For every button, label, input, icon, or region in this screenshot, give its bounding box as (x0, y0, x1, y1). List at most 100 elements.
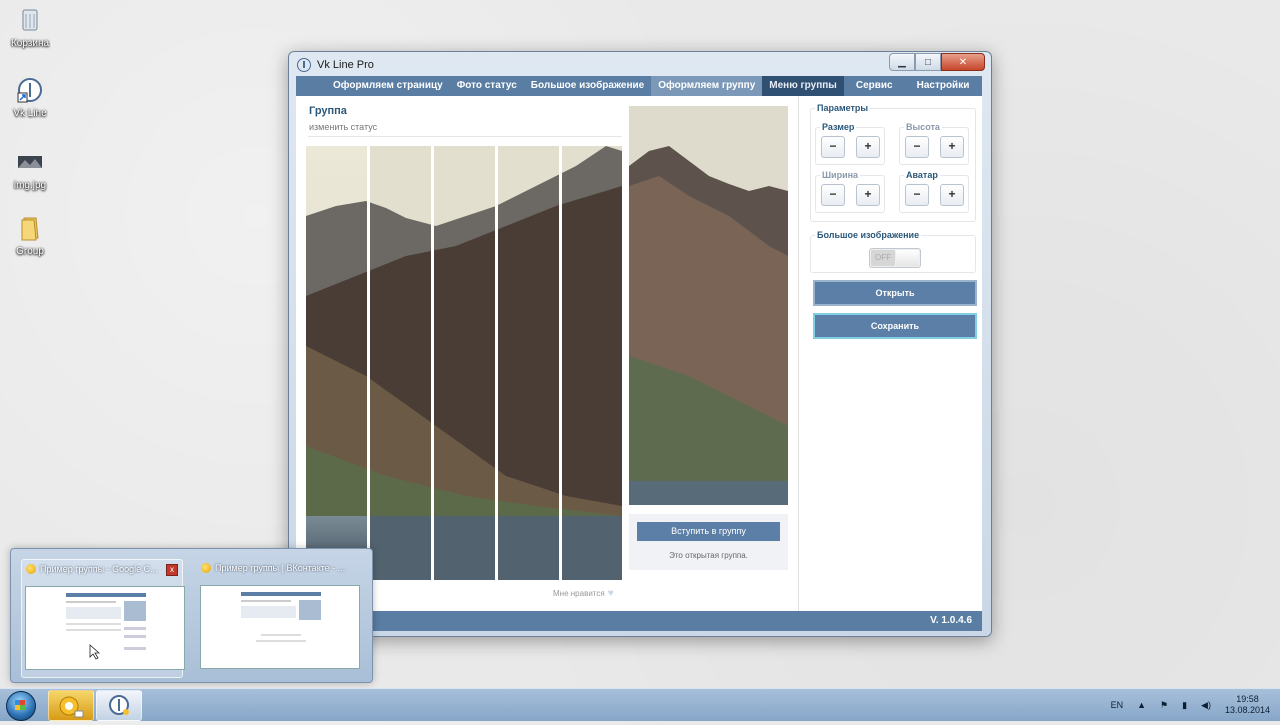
menu-item-group-menu[interactable]: Меню группы (762, 76, 844, 96)
width-group: Ширина − + (815, 170, 885, 213)
heart-icon: ♥ (607, 588, 614, 599)
mountain-image (306, 146, 367, 580)
divider (308, 136, 622, 137)
image-strip[interactable] (498, 146, 559, 580)
image-strip[interactable] (370, 146, 431, 580)
start-button[interactable] (4, 689, 38, 721)
menu-item-service[interactable]: Сервис (844, 76, 905, 96)
avatar-group: Аватар − + (899, 170, 969, 213)
image-strip[interactable] (306, 146, 367, 580)
minimize-icon: ▁ (898, 56, 906, 68)
language-indicator[interactable]: EN (1111, 700, 1124, 710)
preview-close-button[interactable]: x (166, 564, 178, 576)
size-label: Размер (820, 122, 857, 132)
menu-item-photo-status[interactable]: Фото статус (450, 76, 524, 96)
app-logo-icon (297, 58, 311, 72)
like-button[interactable]: Мне нравится ♥ (553, 588, 614, 599)
clock[interactable]: 19:58 13.08.2014 (1225, 694, 1270, 716)
like-label: Мне нравится (553, 589, 605, 598)
height-group: Высота − + (899, 122, 969, 165)
preview-title: Пример группы - Google C... (22, 560, 182, 578)
width-label: Ширина (820, 170, 861, 180)
mountain-image (562, 146, 622, 580)
menu-item-big-image[interactable]: Большое изображение (524, 76, 651, 96)
mountain-image (498, 146, 559, 580)
browser-icon (26, 564, 36, 574)
open-group-text: Это открытая группа. (669, 551, 748, 560)
toggle-knob (896, 250, 919, 266)
preview-card-vk[interactable]: Пример группы | ВКонтакте - ... (197, 559, 360, 676)
desktop-icon-label: Корзина (10, 38, 50, 49)
window-title-bar[interactable]: Vk Line Pro (297, 58, 374, 72)
windows-logo-icon (6, 691, 36, 721)
desktop-icon-img[interactable]: img.jpg (8, 148, 52, 191)
main-menu: Оформляем страницу Фото статус Большое и… (296, 76, 982, 96)
close-button[interactable]: ✕ (941, 53, 985, 71)
group-avatar-image[interactable] (629, 106, 788, 505)
system-tray: EN ▲ ⚑ ▮ ◀) 19:58 13.08.2014 (1111, 689, 1270, 721)
height-label: Высота (904, 122, 942, 132)
recycle-bin-icon (16, 6, 44, 34)
group-preview-title: Группа (309, 105, 347, 117)
big-image-toggle[interactable]: OFF (869, 248, 921, 268)
menu-item-group[interactable]: Оформляем группу (651, 76, 763, 96)
join-box: Вступить в группу Это открытая группа. (629, 514, 788, 570)
params-fieldset: Параметры Размер − + Высота − + Ширина −… (810, 103, 976, 222)
image-file-icon (16, 148, 44, 176)
size-group: Размер − + (815, 122, 885, 165)
desktop-icon-group-folder[interactable]: Group (8, 214, 52, 257)
version-label: V. 1.0.4.6 (930, 615, 972, 626)
preview-title-text: Пример группы | ВКонтакте - ... (215, 563, 346, 573)
height-minus-button[interactable]: − (905, 136, 929, 158)
taskbar-vkline-button[interactable] (96, 690, 142, 721)
save-button[interactable]: Сохранить (813, 313, 977, 339)
vk-line-shortcut-icon (16, 76, 44, 104)
mountain-avatar (629, 106, 788, 505)
volume-icon[interactable]: ◀) (1201, 700, 1211, 711)
status-bar: V. 1.0.4.6 (296, 611, 982, 631)
main-content: Группа изменить статус Мне нравится ♥ Вс… (296, 96, 982, 611)
maximize-icon: □ (924, 56, 932, 68)
preview-card-chrome[interactable]: Пример группы - Google C... x (21, 559, 185, 678)
taskbar-preview-popup: Пример группы - Google C... x Пример гру… (10, 548, 373, 683)
preview-title: Пример группы | ВКонтакте - ... (197, 559, 357, 577)
desktop-icon-label: Group (16, 246, 44, 257)
folder-icon (16, 214, 44, 242)
action-center-icon[interactable]: ⚑ (1160, 700, 1168, 711)
close-icon: ✕ (958, 56, 968, 68)
preview-thumbnail (200, 585, 360, 669)
menu-item-settings[interactable]: Настройки (905, 76, 982, 96)
clock-date: 13.08.2014 (1224, 705, 1270, 715)
height-plus-button[interactable]: + (940, 136, 964, 158)
join-group-button[interactable]: Вступить в группу (637, 522, 780, 541)
taskbar-browser-button[interactable] (48, 690, 94, 721)
desktop-icon-recycle-bin[interactable]: Корзина (8, 6, 52, 49)
window-controls: ▁ □ ✕ (889, 53, 985, 71)
minimize-button[interactable]: ▁ (889, 53, 915, 71)
maximize-button[interactable]: □ (915, 53, 941, 71)
taskbar: EN ▲ ⚑ ▮ ◀) 19:58 13.08.2014 (0, 688, 1280, 721)
size-plus-button[interactable]: + (856, 136, 880, 158)
width-plus-button[interactable]: + (856, 184, 880, 206)
width-minus-button[interactable]: − (821, 184, 845, 206)
toggle-state: OFF (871, 250, 895, 266)
image-strip[interactable] (562, 146, 623, 580)
menu-item-page[interactable]: Оформляем страницу (326, 76, 450, 96)
mountain-image (370, 146, 431, 580)
app-window: Vk Line Pro ▁ □ ✕ Оформляем страницу Фот… (288, 51, 992, 637)
network-icon[interactable]: ▮ (1182, 700, 1187, 711)
big-image-fieldset: Большое изображение OFF (810, 230, 976, 273)
show-hidden-icons[interactable]: ▲ (1137, 700, 1146, 710)
preview-thumbnail (25, 586, 185, 670)
preview-title-text: Пример группы - Google C... (40, 564, 158, 574)
image-strip[interactable] (434, 146, 495, 580)
group-status-link[interactable]: изменить статус (309, 122, 377, 132)
vertical-divider (798, 96, 799, 611)
desktop-icon-vk-line[interactable]: Vk Line (8, 76, 52, 119)
size-minus-button[interactable]: − (821, 136, 845, 158)
browser-icon (201, 563, 211, 573)
open-button[interactable]: Открыть (813, 280, 977, 306)
avatar-minus-button[interactable]: − (905, 184, 929, 206)
clock-time: 19:58 (1236, 694, 1259, 704)
avatar-plus-button[interactable]: + (940, 184, 964, 206)
